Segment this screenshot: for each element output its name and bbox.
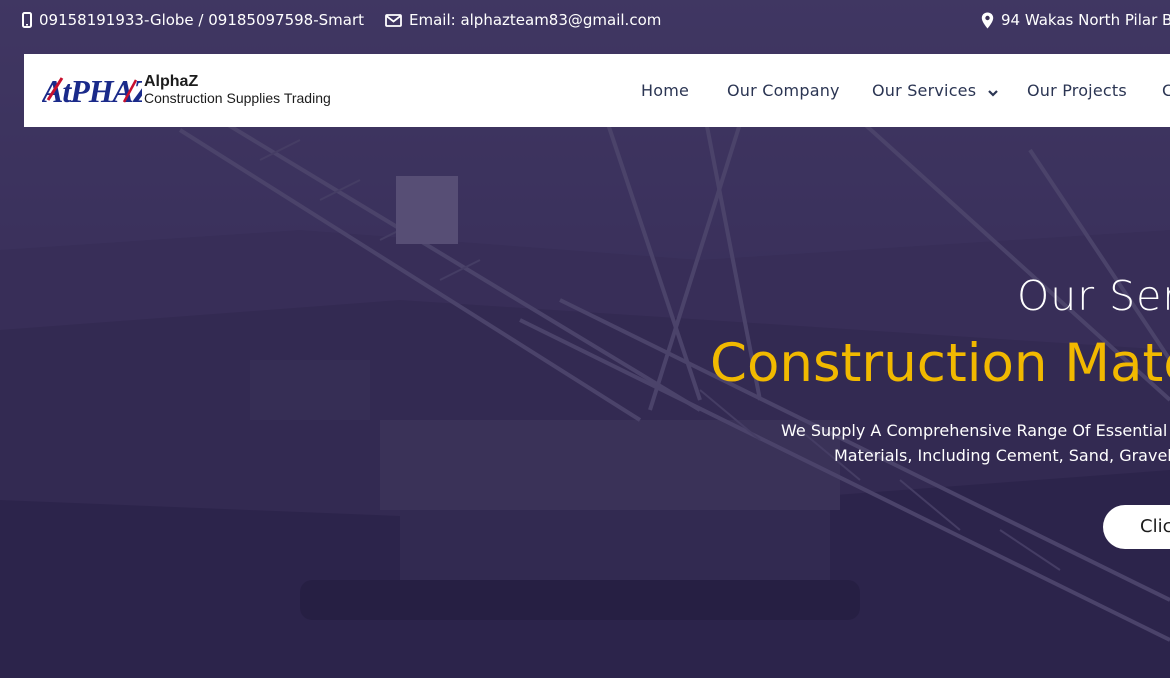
mobile-phone-icon — [22, 12, 32, 28]
hero-subtitle: Our Serv — [1017, 272, 1170, 320]
hero-description-line-2: Materials, Including Cement, Sand, Grave… — [834, 446, 1170, 465]
map-pin-icon — [981, 12, 994, 29]
top-contact-bar: 09158191933-Globe / 09185097598-Smart Em… — [0, 0, 1170, 42]
svg-text:AtPHAZ: AtPHAZ — [42, 73, 142, 108]
address-contact[interactable]: 94 Wakas North Pilar B — [981, 11, 1170, 29]
phone-contact[interactable]: 09158191933-Globe / 09185097598-Smart — [22, 11, 364, 29]
nav-our-services-label: Our Services — [872, 81, 977, 100]
chevron-down-icon — [987, 82, 998, 101]
brand-tagline: Construction Supplies Trading — [144, 90, 331, 106]
nav-our-services[interactable]: Our Services — [872, 81, 998, 101]
email-text: Email: alphazteam83@gmail.com — [409, 11, 662, 29]
address-text: 94 Wakas North Pilar B — [1001, 11, 1170, 29]
main-navbar: AtPHAZ AlphaZ Construction Supplies Trad… — [24, 54, 1170, 127]
email-contact[interactable]: Email: alphazteam83@gmail.com — [385, 11, 661, 29]
nav-item-contact[interactable]: C — [1162, 81, 1170, 100]
nav-home[interactable]: Home — [641, 81, 689, 100]
phone-text: 09158191933-Globe / 09185097598-Smart — [39, 11, 365, 29]
envelope-icon — [385, 13, 402, 27]
logo-mark-image: AtPHAZ — [42, 72, 142, 108]
nav-our-projects[interactable]: Our Projects — [1027, 81, 1127, 100]
hero-cta-button[interactable]: Clic — [1103, 505, 1170, 549]
hero-title: Construction Mater — [710, 333, 1170, 394]
brand-name: AlphaZ — [144, 73, 199, 90]
nav-our-company[interactable]: Our Company — [727, 81, 840, 100]
brand-logo[interactable]: AtPHAZ AlphaZ Construction Supplies Trad… — [42, 72, 331, 108]
hero-description-line-1: We Supply A Comprehensive Range Of Essen… — [781, 421, 1170, 440]
